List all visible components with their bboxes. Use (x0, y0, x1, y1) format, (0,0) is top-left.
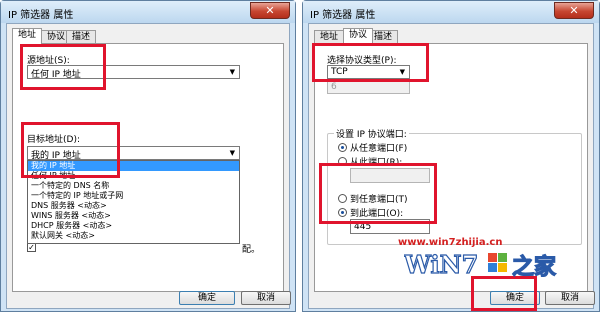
title-bar: IP 筛选器 属性 ✕ (1, 1, 295, 23)
radio-checked-icon (338, 143, 347, 152)
radio-checked-icon (338, 208, 347, 217)
to-this-port-radio[interactable]: 到此端口(O): (338, 206, 404, 219)
win7-logo-icon: WiN7 之家 (402, 249, 557, 280)
ip-filter-properties-window-left: IP 筛选器 属性 ✕ 地址 协议 描述 源地址(S): 任何 IP 地址 ▼ … (0, 0, 296, 312)
window-title: IP 筛选器 属性 (8, 10, 74, 21)
protocol-number-value: 6 (331, 82, 337, 92)
from-port-input (350, 168, 430, 183)
ok-button[interactable]: 确定 (490, 291, 540, 305)
destination-address-select[interactable]: 我的 IP 地址 ▼ (27, 146, 240, 161)
mirror-checkbox[interactable]: ✓ (27, 243, 36, 252)
close-button[interactable]: ✕ (250, 2, 290, 19)
watermark-url: www.win7zhijia.cn (398, 237, 503, 248)
tab-address[interactable]: 地址 (12, 28, 43, 44)
window-title: IP 筛选器 属性 (310, 10, 376, 21)
destination-dropdown-list: 我的 IP 地址 任何 IP 地址 一个特定的 DNS 名称 一个特定的 IP … (27, 160, 240, 244)
from-this-port-radio[interactable]: 从此端口(R): (338, 155, 403, 168)
chevron-down-icon: ▼ (229, 149, 235, 157)
chevron-down-icon: ▼ (229, 68, 235, 76)
dropdown-option-any-ip[interactable]: 任何 IP 地址 (28, 171, 239, 181)
ok-button[interactable]: 确定 (179, 291, 235, 305)
to-port-input[interactable]: 445 (350, 219, 430, 234)
dropdown-option-dns-name[interactable]: 一个特定的 DNS 名称 (28, 181, 239, 191)
tab-protocol[interactable]: 协议 (343, 28, 374, 44)
chevron-down-icon: ▼ (399, 68, 405, 76)
tab-description[interactable]: 描述 (66, 30, 97, 44)
svg-text:WiN7: WiN7 (404, 250, 478, 279)
dropdown-option-ip-subnet[interactable]: 一个特定的 IP 地址或子网 (28, 191, 239, 201)
dropdown-option-dns-server[interactable]: DNS 服务器 <动态> (28, 201, 239, 211)
tab-address[interactable]: 地址 (314, 30, 345, 44)
from-any-port-radio[interactable]: 从任意端口(F) (338, 141, 408, 154)
protocol-type-value: TCP (331, 67, 348, 77)
radio-unchecked-icon (338, 194, 347, 203)
from-any-port-label: 从任意端口(F) (350, 144, 408, 154)
protocol-type-select[interactable]: TCP ▼ (327, 65, 410, 79)
cancel-button[interactable]: 取消 (545, 291, 595, 305)
to-any-port-radio[interactable]: 到任意端口(T) (338, 192, 408, 205)
to-port-value: 445 (354, 222, 372, 232)
destination-address-label: 目标地址(D): (27, 135, 80, 145)
to-this-port-label: 到此端口(O): (350, 209, 404, 219)
dropdown-option-dhcp-server[interactable]: DHCP 服务器 <动态> (28, 221, 239, 231)
dropdown-option-my-ip[interactable]: 我的 IP 地址 (28, 161, 239, 171)
to-any-port-label: 到任意端口(T) (350, 195, 408, 205)
address-panel: 源地址(S): 任何 IP 地址 ▼ 目标地址(D): 我的 IP 地址 ▼ 我… (12, 43, 284, 292)
cancel-button[interactable]: 取消 (241, 291, 291, 305)
source-address-value: 任何 IP 地址 (31, 70, 81, 80)
title-bar: IP 筛选器 属性 ✕ (303, 1, 599, 23)
mirror-checkbox-label-tail: 配。 (242, 245, 261, 255)
port-settings-title: 设置 IP 协议端口: (334, 127, 409, 140)
logo-text: 之家 (512, 254, 557, 280)
dialog-body: 地址 协议 描述 源地址(S): 任何 IP 地址 ▼ 目标地址(D): 我的 … (6, 23, 291, 309)
close-button[interactable]: ✕ (554, 2, 594, 19)
source-address-select[interactable]: 任何 IP 地址 ▼ (27, 65, 240, 80)
protocol-number-field: 6 (327, 81, 410, 94)
win7-logo: WiN7 之家 (402, 249, 574, 280)
radio-unchecked-icon (338, 157, 347, 166)
from-this-port-label: 从此端口(R): (350, 158, 403, 168)
dropdown-option-wins-server[interactable]: WINS 服务器 <动态> (28, 211, 239, 221)
dropdown-option-default-gateway[interactable]: 默认网关 <动态> (28, 231, 239, 241)
